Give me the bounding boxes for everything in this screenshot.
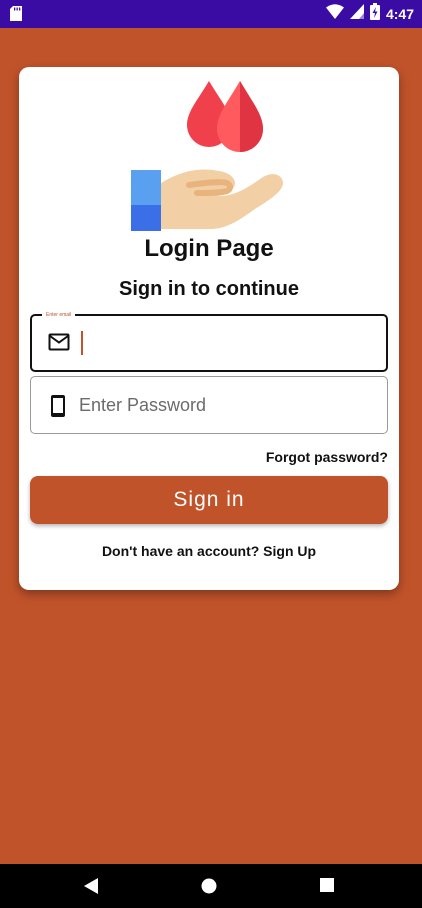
battery-charging-icon	[369, 3, 386, 25]
email-input[interactable]	[80, 316, 380, 370]
forgot-password-link[interactable]: Forgot password?	[266, 449, 388, 465]
sign-up-link[interactable]: Don't have an account? Sign Up	[19, 543, 399, 559]
home-icon[interactable]	[201, 878, 217, 899]
status-bar: 4:47	[0, 0, 422, 28]
password-input[interactable]	[79, 377, 379, 433]
sd-card-icon	[10, 6, 22, 26]
recents-icon[interactable]	[320, 878, 334, 897]
wifi-icon	[325, 4, 350, 24]
email-field[interactable]: Enter email	[30, 311, 388, 372]
page-title: Login Page	[144, 235, 274, 262]
blood-donation-hand-icon	[131, 79, 291, 240]
email-floating-label: Enter email	[42, 311, 76, 319]
phone-icon	[50, 394, 66, 423]
status-time: 4:47	[385, 6, 414, 22]
back-icon[interactable]	[83, 878, 99, 899]
password-field[interactable]	[30, 376, 388, 434]
sign-in-button[interactable]: Sign in	[30, 476, 388, 524]
page-subtitle: Sign in to continue	[119, 278, 299, 300]
signal-icon	[349, 4, 370, 24]
mail-icon	[48, 333, 70, 356]
navigation-bar	[0, 864, 422, 908]
login-card: Login Page Sign in to continue Enter ema…	[19, 67, 399, 590]
